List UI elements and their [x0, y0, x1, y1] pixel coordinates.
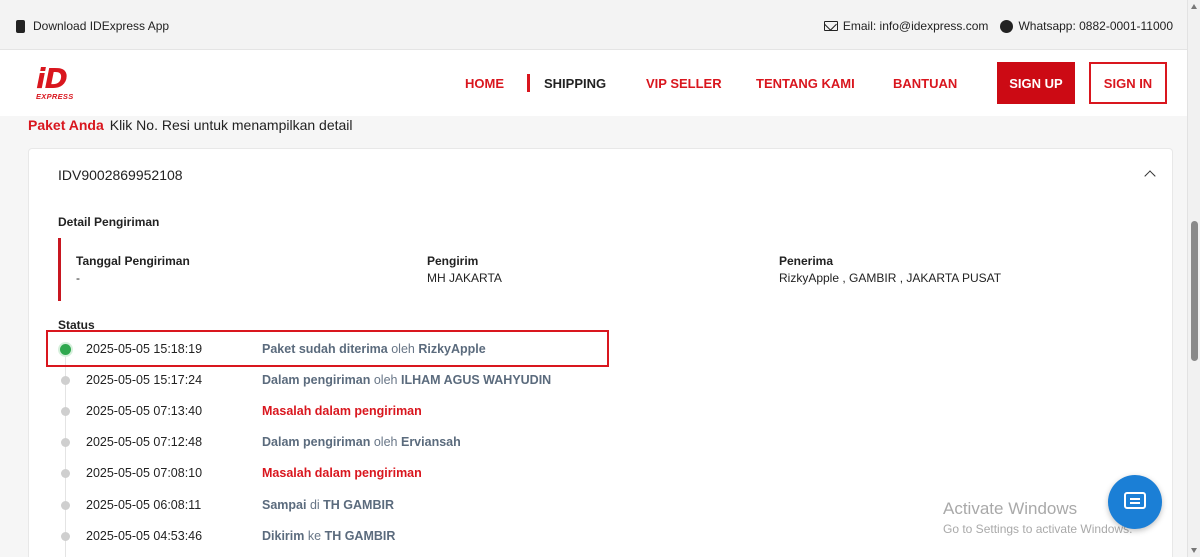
nav-home[interactable]: HOME	[465, 76, 504, 91]
status-dot-icon	[61, 469, 70, 478]
timeline-row: 2025-05-05 07:12:48 Dalam pengiriman oleh…	[29, 433, 729, 453]
status-dot-icon	[61, 501, 70, 510]
chat-icon	[1124, 492, 1146, 509]
main-navbar: iD EXPRESS HOME SHIPPING VIP SELLER TENT…	[0, 50, 1187, 116]
phone-icon	[16, 19, 25, 33]
penerima-label: Penerima	[779, 254, 834, 268]
nav-active-indicator	[527, 74, 530, 92]
tanggal-column: Tanggal Pengiriman -	[76, 254, 190, 285]
paket-heading: Paket Anda Klik No. Resi untuk menampilka…	[28, 117, 353, 133]
top-info-bar: Download IDExpress App Email: info@idexp…	[0, 0, 1187, 50]
download-app-label: Download IDExpress App	[33, 19, 170, 33]
timeline-row: 2025-05-05 07:13:40 Masalah dalam pengiri…	[29, 402, 729, 422]
timeline-event: Dikirim	[262, 529, 305, 543]
scroll-down-icon[interactable]	[1191, 548, 1197, 553]
timeline-event: Sampai	[262, 498, 307, 512]
scroll-up-icon[interactable]	[1191, 4, 1197, 9]
sign-in-button[interactable]: SIGN IN	[1089, 62, 1167, 104]
pengirim-value: MH JAKARTA	[427, 271, 502, 285]
timeline-time: 2025-05-05 15:17:24	[86, 373, 203, 387]
idexpress-logo[interactable]: iD EXPRESS	[34, 62, 82, 102]
whatsapp-link[interactable]: Whatsapp: 0882-0001-11000	[1018, 19, 1173, 33]
timeline-event: Dalam pengiriman	[262, 373, 371, 387]
sign-up-button[interactable]: SIGN UP	[997, 62, 1075, 104]
timeline-actor: TH GAMBIR	[324, 529, 396, 543]
paket-hint: Klik No. Resi untuk menampilkan detail	[109, 117, 353, 133]
resi-number[interactable]: IDV9002869952108	[58, 167, 183, 183]
timeline-actor: Erviansah	[400, 435, 461, 449]
timeline-description: Masalah dalam pengiriman	[262, 404, 422, 418]
paket-label: Paket Anda	[28, 117, 104, 133]
pengirim-label: Pengirim	[427, 254, 479, 268]
download-app-link[interactable]: Download IDExpress App	[16, 19, 169, 33]
timeline-actor: ILHAM AGUS WAHYUDIN	[400, 373, 552, 387]
nav-tentang-kami[interactable]: TENTANG KAMI	[756, 76, 855, 91]
penerima-value: RizkyApple , GAMBIR , JAKARTA PUSAT	[779, 271, 1002, 285]
page-scrollbar[interactable]	[1187, 0, 1200, 557]
nav-shipping[interactable]: SHIPPING	[544, 76, 606, 91]
logo-mark: iD	[36, 62, 68, 95]
status-dot-icon	[61, 376, 70, 385]
timeline-connector: oleh	[373, 435, 398, 449]
timeline-description: Dikirim ke TH GAMBIR	[262, 529, 395, 543]
timeline-connector: ke	[307, 529, 322, 543]
timeline-row: 2025-05-05 06:08:11 Sampai di TH GAMBIR	[29, 496, 729, 516]
timeline-description: Dalam pengiriman oleh Erviansah	[262, 435, 461, 449]
scrollbar-thumb[interactable]	[1191, 221, 1198, 361]
timeline-time: 2025-05-05 04:53:46	[86, 529, 203, 543]
timeline-event: Masalah dalam pengiriman	[262, 404, 422, 418]
whatsapp-icon	[1000, 19, 1014, 33]
pengirim-column: Pengirim MH JAKARTA	[427, 254, 502, 285]
timeline-actor: TH GAMBIR	[323, 498, 394, 512]
windows-activation-watermark: Activate Windows Go to Settings to activ…	[943, 499, 1132, 536]
timeline-time: 2025-05-05 07:12:48	[86, 435, 203, 449]
timeline-time: 2025-05-05 07:08:10	[86, 466, 203, 480]
timeline-connector: di	[309, 498, 320, 512]
status-dot-icon	[61, 532, 70, 541]
nav-bantuan[interactable]: BANTUAN	[893, 76, 957, 91]
tanggal-value: -	[76, 271, 80, 285]
timeline-row: 2025-05-05 04:53:46 Dikirim ke TH GAMBIR	[29, 527, 729, 547]
timeline-event: Masalah dalam pengiriman	[262, 466, 422, 480]
tanggal-label: Tanggal Pengiriman	[76, 254, 190, 268]
latest-status-highlight	[46, 330, 609, 367]
timeline-description: Sampai di TH GAMBIR	[262, 498, 394, 512]
chat-button[interactable]	[1108, 475, 1162, 529]
detail-accent-bar	[58, 238, 61, 301]
timeline-event: Dalam pengiriman	[262, 435, 371, 449]
penerima-column: Penerima RizkyApple , GAMBIR , JAKARTA P…	[779, 254, 1001, 285]
status-dot-icon	[61, 438, 70, 447]
shipment-card: IDV9002869952108 Detail Pengiriman Tangg…	[28, 148, 1173, 557]
mail-icon	[823, 21, 838, 31]
timeline-description: Masalah dalam pengiriman	[262, 466, 422, 480]
watermark-subtitle: Go to Settings to activate Windows.	[943, 522, 1133, 536]
logo-sub: EXPRESS	[36, 92, 74, 101]
timeline-description: Dalam pengiriman oleh ILHAM AGUS WAHYUDI…	[262, 373, 551, 387]
timeline-row: 2025-05-05 15:17:24 Dalam pengiriman oleh…	[29, 371, 729, 391]
status-dot-icon	[61, 407, 70, 416]
nav-vip-seller[interactable]: VIP SELLER	[646, 76, 722, 91]
email-link[interactable]: Email: info@idexpress.com	[843, 19, 989, 33]
timeline-time: 2025-05-05 07:13:40	[86, 404, 203, 418]
timeline-time: 2025-05-05 06:08:11	[86, 498, 202, 512]
watermark-title: Activate Windows	[943, 499, 1078, 518]
timeline-connector: oleh	[373, 373, 398, 387]
timeline-row: 2025-05-05 07:08:10 Masalah dalam pengiri…	[29, 464, 729, 484]
collapse-chevron-icon[interactable]	[1144, 170, 1156, 182]
detail-title: Detail Pengiriman	[58, 215, 160, 229]
